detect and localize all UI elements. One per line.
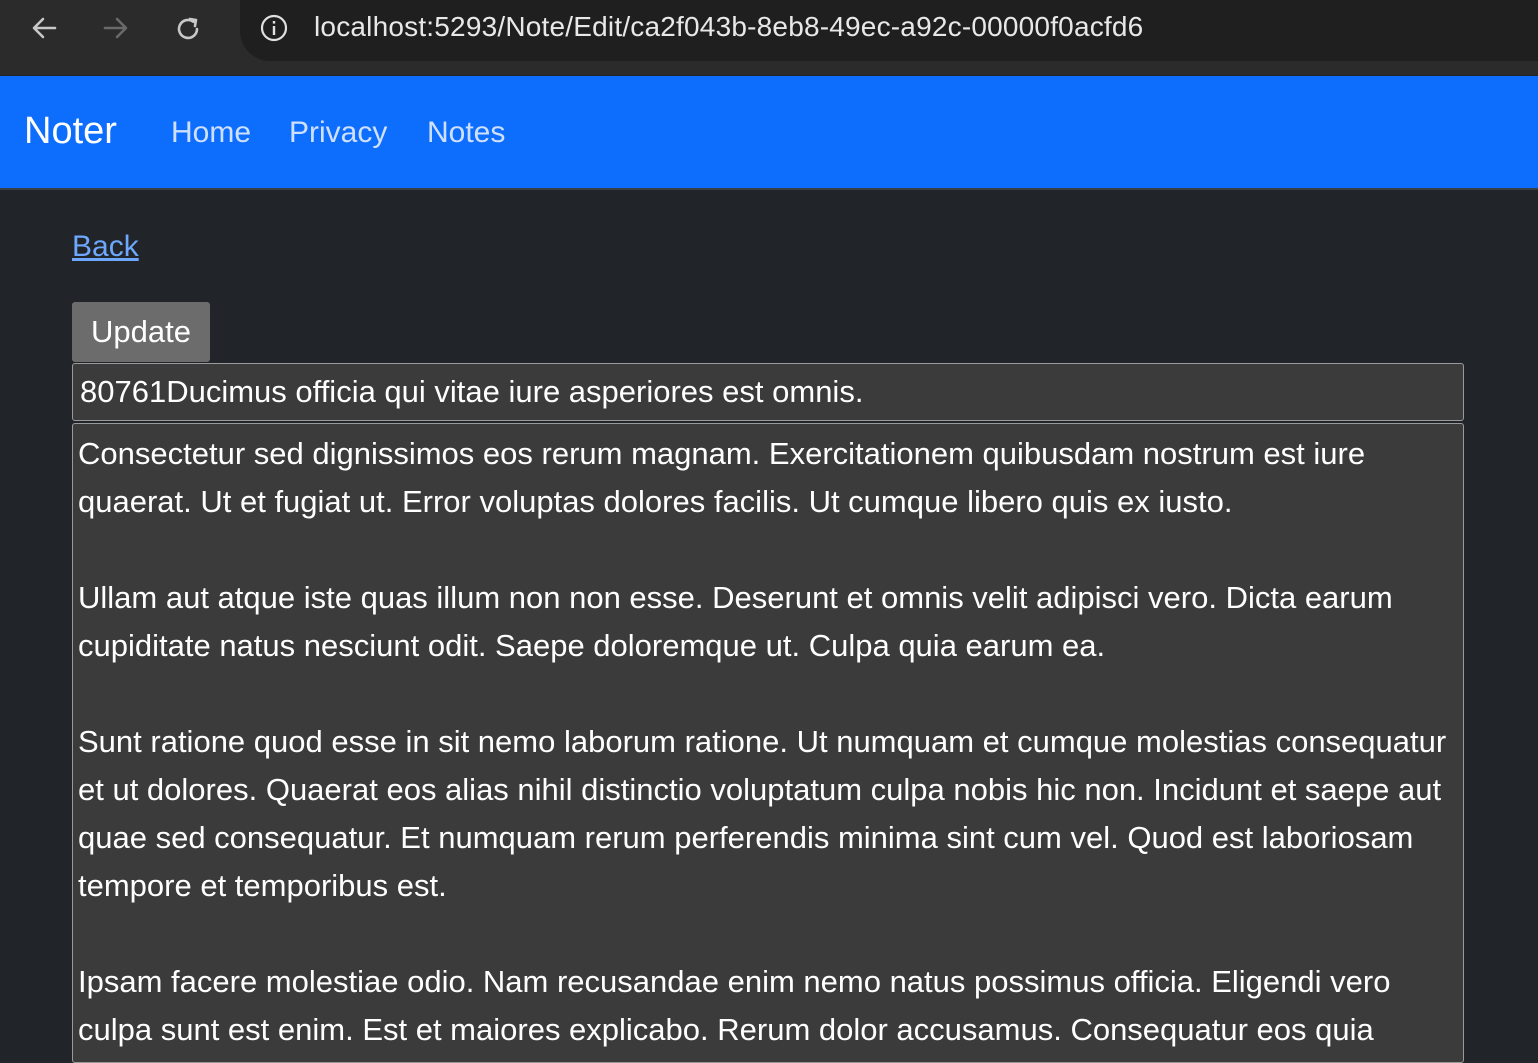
reload-icon[interactable] xyxy=(168,8,208,48)
forward-arrow-icon[interactable] xyxy=(96,8,136,48)
note-body-textarea[interactable]: Consectetur sed dignissimos eos rerum ma… xyxy=(72,423,1464,1063)
update-button[interactable]: Update xyxy=(72,302,210,362)
address-bar[interactable]: localhost:5293/Note/Edit/ca2f043b-8eb8-4… xyxy=(240,0,1538,61)
brand-logo[interactable]: Noter xyxy=(24,110,117,153)
top-navbar: Noter Home Privacy Notes xyxy=(0,76,1538,190)
nav-link-home[interactable]: Home xyxy=(171,116,251,150)
address-bar-url: localhost:5293/Note/Edit/ca2f043b-8eb8-4… xyxy=(314,11,1144,42)
back-link[interactable]: Back xyxy=(72,230,139,264)
nav-link-privacy[interactable]: Privacy xyxy=(289,116,387,150)
browser-toolbar: localhost:5293/Note/Edit/ca2f043b-8eb8-4… xyxy=(0,0,1538,75)
site-info-icon[interactable] xyxy=(260,14,288,42)
back-arrow-icon[interactable] xyxy=(24,8,64,48)
note-title-input[interactable] xyxy=(72,363,1464,421)
nav-link-notes[interactable]: Notes xyxy=(427,116,505,150)
